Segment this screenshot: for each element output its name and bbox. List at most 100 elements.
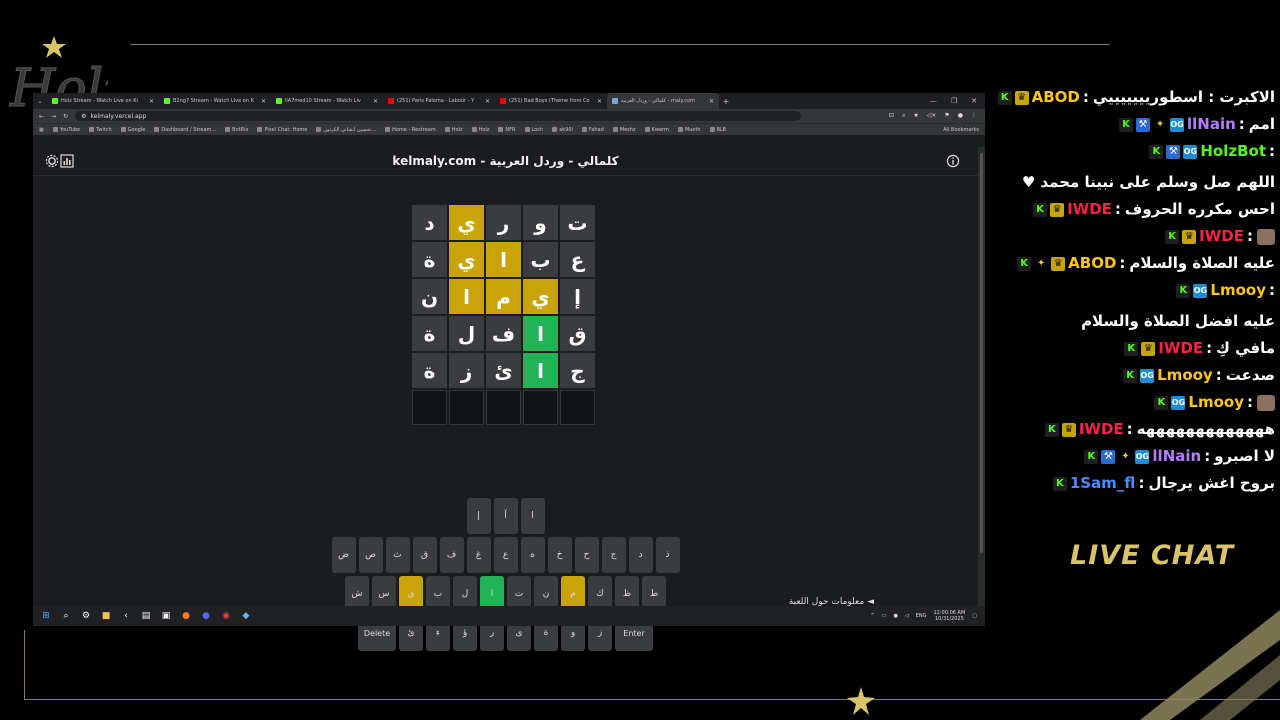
chat-username[interactable]: IWDE <box>1067 196 1112 223</box>
bookmark-item[interactable]: Loch <box>524 127 543 133</box>
bookmark-favicon-icon <box>444 127 450 132</box>
reload-icon[interactable]: ↻ <box>63 113 68 120</box>
bookmark-item[interactable]: NFR <box>498 127 516 133</box>
bookmark-item[interactable]: Holz <box>444 127 463 133</box>
windows-start-icon[interactable]: ⊞ <box>41 611 51 621</box>
letter-key[interactable]: ذ <box>655 537 680 573</box>
new-tab-button[interactable]: + <box>719 97 733 106</box>
bookmark-item[interactable]: ak90l <box>552 127 573 133</box>
mute-icon[interactable]: ◁× <box>927 112 937 120</box>
close-tab-icon[interactable]: ✕ <box>709 98 714 105</box>
browser-tab[interactable]: كلمالي - وردل العربية - maly.com ✕ <box>607 93 719 109</box>
menu-icon[interactable]: ⋮ <box>971 112 977 120</box>
bookmark-item[interactable]: Mueth <box>677 127 701 133</box>
profile-icon[interactable]: ● <box>958 112 963 120</box>
tab-search-icon[interactable]: ⌄ <box>33 98 47 105</box>
firefox-icon[interactable]: ● <box>181 611 191 621</box>
chat-username[interactable]: 1Sam_fl <box>1070 470 1136 497</box>
browser-tab[interactable]: (251) Paris Paloma - Labour - Y ✕ <box>383 93 495 109</box>
letter-key[interactable]: ض <box>331 537 356 573</box>
letter-key[interactable]: إ <box>466 498 491 534</box>
close-tab-icon[interactable]: ✕ <box>597 98 602 105</box>
forward-icon[interactable]: → <box>51 113 56 120</box>
letter-key[interactable]: ج <box>601 537 626 573</box>
close-tab-icon[interactable]: ✕ <box>373 98 378 105</box>
mic-icon[interactable]: ● <box>893 613 897 619</box>
letter-key[interactable]: د <box>628 537 653 573</box>
discord-icon[interactable]: ● <box>201 611 211 621</box>
close-window-icon[interactable]: ✕ <box>971 97 977 105</box>
all-bookmarks[interactable]: All Bookmarks <box>943 127 985 133</box>
browser-tab[interactable]: (251) Bad Boys (Theme from Co ✕ <box>495 93 607 109</box>
maximize-icon[interactable]: ❐ <box>951 97 957 105</box>
site-info-icon[interactable]: ⚙ <box>81 113 86 120</box>
bookmark-item[interactable]: Kwerm <box>644 127 669 133</box>
install-icon[interactable]: ⊡ <box>889 112 894 120</box>
bookmark-item[interactable]: Twitch <box>89 127 112 133</box>
chat-username[interactable]: llNain <box>1152 443 1201 470</box>
chat-username[interactable]: ABOD <box>1032 84 1080 111</box>
address-bar[interactable]: ⚙ kelmaly.vercel.app <box>75 111 802 121</box>
letter-key[interactable]: ع <box>493 537 518 573</box>
bookmark-item[interactable]: YouTube <box>52 127 80 133</box>
letter-key[interactable]: غ <box>466 537 491 573</box>
bookmark-item[interactable]: Home - Restream <box>385 127 436 133</box>
bookmark-item[interactable]: Meshz <box>612 127 636 133</box>
letter-key[interactable]: آ <box>493 498 518 534</box>
chat-username[interactable]: Lmooy <box>1210 277 1266 304</box>
app-arrow-icon[interactable]: ‹ <box>121 611 131 621</box>
letter-key[interactable]: ف <box>439 537 464 573</box>
chat-username[interactable]: IWDE <box>1158 335 1203 362</box>
browser-tab[interactable]: B2ng7 Stream - Watch Live on K ✕ <box>159 93 271 109</box>
zoom-icon[interactable]: ⌕ <box>902 112 905 120</box>
page-scrollbar[interactable] <box>978 147 985 606</box>
chrome-icon[interactable]: ◉ <box>221 611 231 621</box>
browser-tab[interactable]: llA7med10 Stream - Watch Liv ✕ <box>271 93 383 109</box>
letter-key[interactable]: ه <box>520 537 545 573</box>
language-indicator[interactable]: ENG <box>916 613 927 619</box>
chat-username[interactable]: Lmooy <box>1157 362 1213 389</box>
clock[interactable]: 12:00:06 AM 10/31/2025 <box>933 610 965 622</box>
chat-username[interactable]: llNain <box>1187 111 1236 138</box>
bookmark-item[interactable]: Holz <box>471 127 489 133</box>
letter-key[interactable]: ص <box>358 537 383 573</box>
steam-icon[interactable]: ⚙ <box>81 611 91 621</box>
close-tab-icon[interactable]: ✕ <box>485 98 490 105</box>
tray-arrow-icon[interactable]: ^ <box>871 613 875 619</box>
letter-key[interactable]: ح <box>574 537 599 573</box>
close-tab-icon[interactable]: ✕ <box>149 98 154 105</box>
back-icon[interactable]: ← <box>39 113 44 120</box>
volume-icon[interactable]: ◁ <box>905 613 909 619</box>
chat-username[interactable]: Lmooy <box>1188 389 1244 416</box>
close-tab-icon[interactable]: ✕ <box>261 98 266 105</box>
chat-username[interactable]: ABOD <box>1068 250 1116 277</box>
bookmark-item[interactable]: تحسين انشاني الكرتون... <box>316 127 376 133</box>
file-explorer-icon[interactable]: ■ <box>101 611 111 621</box>
bookmark-favicon-icon <box>709 127 715 132</box>
extension-icon[interactable]: ⚑ <box>944 112 949 120</box>
chat-username[interactable]: HolzBot <box>1200 138 1266 165</box>
letter-key[interactable]: ا <box>520 498 545 534</box>
apps-icon[interactable]: ▦ <box>39 127 44 133</box>
letter-key[interactable]: ث <box>385 537 410 573</box>
info-icon[interactable] <box>946 154 960 168</box>
search-icon[interactable]: ⌕ <box>61 611 71 621</box>
bookmark-item[interactable]: Pixel Chat: Home <box>257 127 307 133</box>
bookmark-item[interactable]: Google <box>120 127 145 133</box>
app-box-icon[interactable]: ▣ <box>161 611 171 621</box>
notification-icon[interactable]: ▢ <box>972 613 977 619</box>
chat-username[interactable]: IWDE <box>1079 416 1124 443</box>
steam-client-icon[interactable]: ◆ <box>241 611 251 621</box>
browser-tab[interactable]: Holz Stream - Watch Live on Ki ✕ <box>47 93 159 109</box>
letter-key[interactable]: ق <box>412 537 437 573</box>
chat-username[interactable]: IWDE <box>1199 223 1244 250</box>
bookmark-item[interactable]: Dashboard / Stream... <box>154 127 216 133</box>
bookmark-star-icon[interactable]: ★ <box>913 112 918 120</box>
bookmark-item[interactable]: BLB <box>709 127 726 133</box>
minimize-icon[interactable]: — <box>930 97 937 105</box>
app-grid-icon[interactable]: ▤ <box>141 611 151 621</box>
network-icon[interactable]: ▭ <box>882 613 887 619</box>
bookmark-item[interactable]: Fahad <box>581 127 604 133</box>
letter-key[interactable]: خ <box>547 537 572 573</box>
bookmark-item[interactable]: BotRix <box>225 127 248 133</box>
